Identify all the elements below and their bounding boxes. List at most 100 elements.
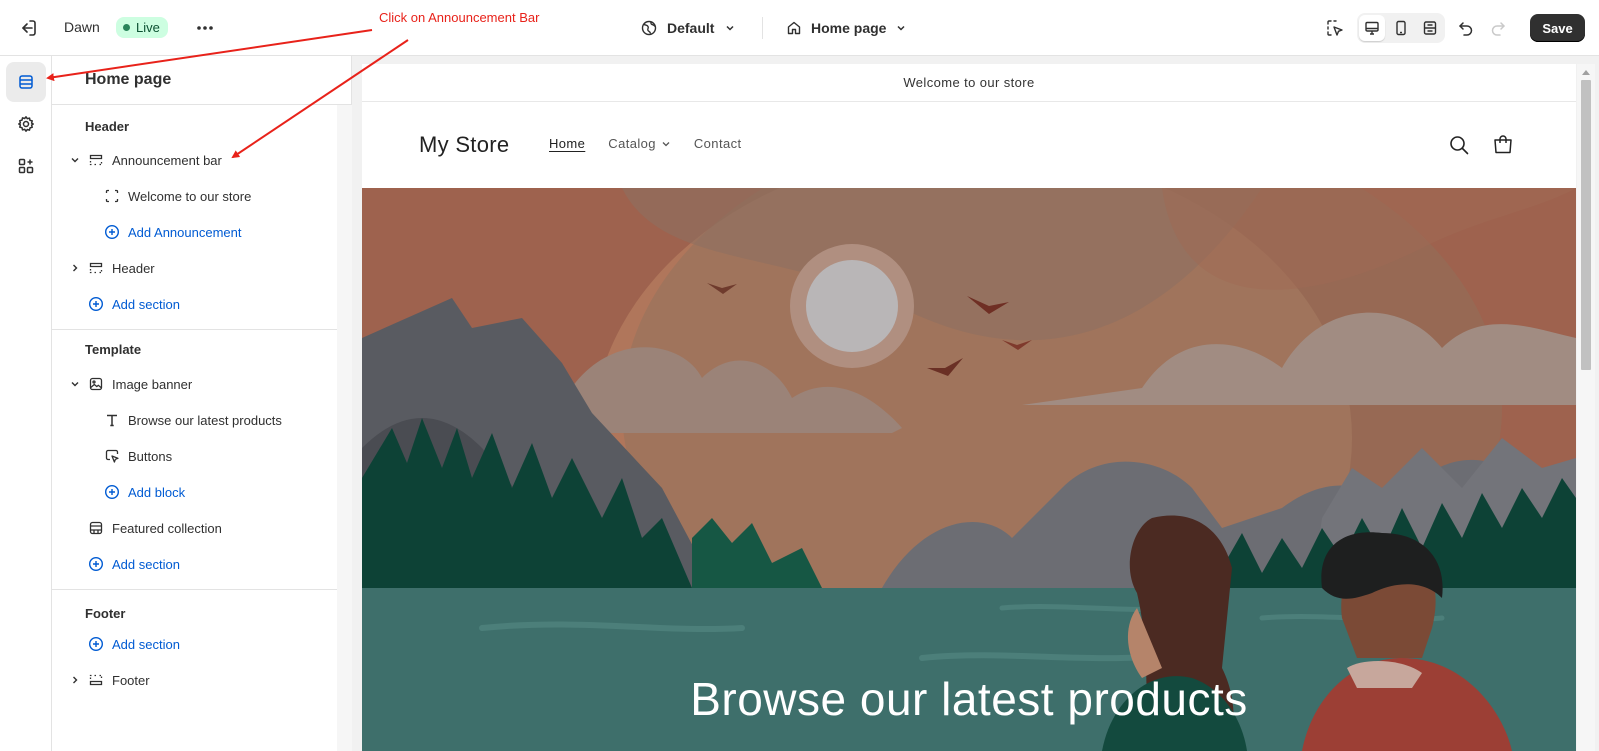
section-label: Featured collection bbox=[112, 520, 222, 536]
app-embeds-rail-button[interactable] bbox=[6, 146, 46, 186]
nav-contact-link[interactable]: Contact bbox=[694, 136, 742, 151]
add-block-button[interactable]: Add block bbox=[104, 478, 185, 506]
block-label: Browse our latest products bbox=[128, 412, 282, 428]
add-section-header-group[interactable]: Add section bbox=[88, 290, 180, 318]
scrollbar-thumb[interactable] bbox=[1581, 80, 1591, 370]
more-horizontal-icon bbox=[197, 26, 213, 30]
chevron-down-icon[interactable] bbox=[68, 377, 82, 391]
image-icon bbox=[88, 376, 104, 392]
preset-label: Default bbox=[667, 20, 715, 36]
page-selector[interactable]: Home page bbox=[786, 16, 907, 40]
cart-icon[interactable] bbox=[1491, 132, 1515, 156]
group-heading-header: Header bbox=[85, 119, 130, 134]
banner-heading[interactable]: Browse our latest products bbox=[362, 672, 1576, 726]
preview-store-header[interactable]: My Store Home Catalog Contact bbox=[362, 102, 1576, 188]
editor-rail bbox=[0, 56, 52, 751]
mobile-view-button[interactable] bbox=[1388, 15, 1414, 41]
live-status-badge: Live bbox=[116, 17, 168, 38]
search-icon[interactable] bbox=[1448, 134, 1470, 156]
section-label: Announcement bar bbox=[112, 152, 222, 168]
section-header[interactable]: Header bbox=[68, 254, 155, 282]
group-heading-template: Template bbox=[85, 342, 142, 357]
section-featured-collection[interactable]: Featured collection bbox=[88, 514, 222, 542]
sections-icon bbox=[19, 75, 33, 89]
section-image-banner[interactable]: Image banner bbox=[68, 370, 192, 398]
banner-illustration bbox=[362, 108, 1576, 751]
more-actions-button[interactable] bbox=[194, 17, 216, 39]
device-preview-toggle bbox=[1357, 13, 1445, 43]
store-logo[interactable]: My Store bbox=[419, 132, 509, 158]
full-width-view-button[interactable] bbox=[1417, 15, 1443, 41]
add-section-label: Add section bbox=[112, 636, 180, 652]
theme-preset-selector[interactable]: Default bbox=[641, 16, 736, 40]
divider bbox=[52, 329, 337, 330]
divider bbox=[762, 17, 763, 39]
add-announcement-button[interactable]: Add Announcement bbox=[104, 218, 241, 246]
block-buttons[interactable]: Buttons bbox=[104, 442, 172, 470]
section-label: Image banner bbox=[112, 376, 193, 392]
add-section-template-group[interactable]: Add section bbox=[88, 550, 180, 578]
chevron-down-icon bbox=[726, 25, 734, 31]
undo-button[interactable] bbox=[1452, 14, 1480, 42]
chevron-down-icon bbox=[897, 25, 905, 31]
preview-announcement-bar[interactable]: Welcome to our store bbox=[362, 64, 1576, 102]
block-dashed-square-icon bbox=[104, 188, 120, 204]
mobile-icon bbox=[1396, 20, 1406, 36]
chevron-down-icon bbox=[662, 141, 670, 146]
sections-rail-button[interactable] bbox=[6, 62, 46, 102]
collection-icon bbox=[88, 520, 104, 536]
section-footer[interactable]: Footer bbox=[68, 666, 150, 694]
divider bbox=[52, 589, 337, 590]
add-section-label: Add section bbox=[112, 296, 180, 312]
section-label: Header bbox=[112, 260, 155, 276]
nav-catalog-link[interactable]: Catalog bbox=[608, 136, 671, 151]
plus-circle-icon bbox=[104, 224, 120, 240]
text-icon bbox=[104, 412, 120, 428]
live-dot-icon bbox=[123, 24, 130, 31]
chevron-down-icon[interactable] bbox=[68, 153, 82, 167]
section-announcement-bar[interactable]: Announcement bar bbox=[68, 146, 222, 174]
chevron-right-icon[interactable] bbox=[68, 261, 82, 275]
home-icon bbox=[787, 21, 801, 35]
globe-icon bbox=[641, 20, 657, 36]
nav-catalog-label: Catalog bbox=[608, 136, 656, 151]
section-label: Footer bbox=[112, 672, 150, 688]
block-label: Buttons bbox=[128, 448, 173, 464]
theme-settings-rail-button[interactable] bbox=[6, 104, 46, 144]
chevron-right-icon[interactable] bbox=[68, 673, 82, 687]
sections-sidebar: Home page Header Announcement bar Welcom… bbox=[52, 56, 634, 751]
redo-icon bbox=[1491, 22, 1505, 36]
select-cursor-icon bbox=[1327, 20, 1343, 36]
undo-icon bbox=[1459, 22, 1473, 36]
exit-editor-icon[interactable] bbox=[16, 16, 40, 40]
nav-home-link[interactable]: Home bbox=[549, 136, 585, 151]
image-banner[interactable] bbox=[362, 108, 1576, 751]
scroll-up-arrow-icon[interactable] bbox=[1582, 70, 1590, 75]
store-preview: Welcome to our store My Store Home Catal… bbox=[362, 64, 1576, 751]
footer-section-icon bbox=[88, 672, 104, 688]
group-heading-footer: Footer bbox=[85, 606, 126, 621]
sidebar-scrollbar[interactable] bbox=[337, 105, 634, 751]
redo-button[interactable] bbox=[1484, 14, 1512, 42]
divider bbox=[52, 104, 352, 105]
announcement-bar-icon bbox=[88, 152, 104, 168]
desktop-icon bbox=[1365, 21, 1379, 35]
top-bar: Dawn Live Default Home page Save bbox=[0, 0, 1599, 56]
save-button[interactable]: Save bbox=[1530, 14, 1585, 42]
plus-circle-icon bbox=[88, 296, 104, 312]
block-announcement[interactable]: Welcome to our store bbox=[104, 182, 251, 210]
button-cursor-icon bbox=[104, 448, 120, 464]
add-section-footer-group[interactable]: Add section bbox=[88, 630, 180, 658]
plus-circle-icon bbox=[104, 484, 120, 500]
preview-scrollbar[interactable] bbox=[1577, 64, 1595, 751]
sidebar-title: Home page bbox=[85, 71, 172, 88]
page-selector-label: Home page bbox=[811, 20, 887, 36]
add-block-label: Add block bbox=[128, 484, 186, 500]
desktop-view-button[interactable] bbox=[1359, 15, 1385, 41]
apps-icon bbox=[18, 158, 34, 174]
inspector-button[interactable] bbox=[1321, 14, 1349, 42]
add-announcement-label: Add Announcement bbox=[128, 224, 242, 240]
gear-icon bbox=[18, 116, 34, 132]
block-heading[interactable]: Browse our latest products bbox=[104, 406, 282, 434]
theme-name: Dawn bbox=[64, 19, 100, 35]
